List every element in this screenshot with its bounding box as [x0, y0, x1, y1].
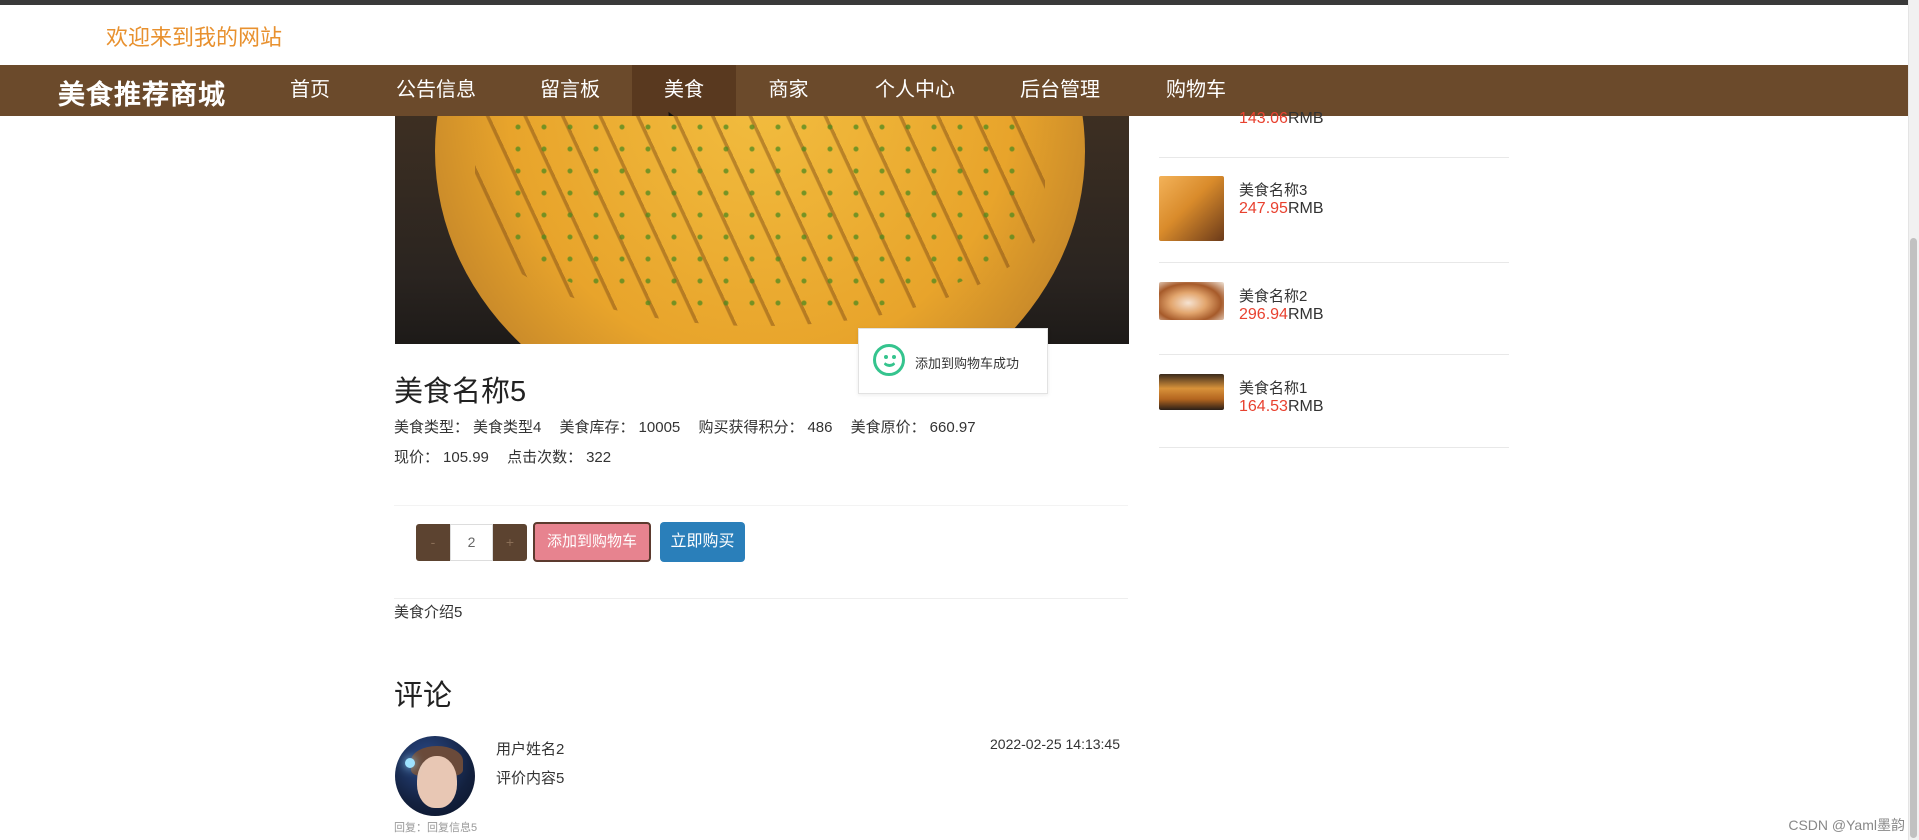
quantity-input[interactable]: 2	[450, 524, 493, 561]
toast-notification: 添加到购物车成功	[858, 328, 1048, 394]
sidebar-product-item[interactable]: 美食名称3 247.95RMB	[1159, 176, 1509, 242]
divider	[394, 505, 1128, 506]
welcome-text: 欢迎来到我的网站	[106, 25, 283, 50]
clicks-label: 点击次数：	[507, 449, 583, 466]
product-meta-line-2: 现价： 105.99 点击次数： 322	[394, 446, 625, 467]
browser-top-strip	[0, 0, 1919, 5]
sidebar-thumb	[1159, 176, 1224, 241]
scrollbar-thumb[interactable]	[1910, 238, 1917, 838]
add-to-cart-button[interactable]: 添加到购物车	[533, 522, 651, 562]
points-value: 486	[807, 419, 833, 436]
sidebar-divider	[1159, 157, 1509, 158]
price-label: 现价：	[394, 449, 440, 466]
orig-price-value: 660.97	[929, 419, 976, 436]
stock-value: 10005	[638, 419, 681, 436]
sidebar-divider	[1159, 447, 1509, 448]
sidebar-price: 296.94RMB	[1239, 306, 1324, 323]
sidebar-product-item[interactable]: 美食名称1 164.53RMB	[1159, 374, 1509, 415]
avatar	[395, 736, 475, 816]
clicks-value: 322	[586, 449, 612, 466]
product-image	[395, 116, 1129, 344]
toast-message: 添加到购物车成功	[915, 356, 1020, 371]
nav-item-admin[interactable]: 后台管理	[1004, 65, 1116, 116]
nav-item-message-board[interactable]: 留言板	[520, 65, 620, 116]
quantity-decrement-button[interactable]: -	[416, 524, 450, 561]
smile-icon	[873, 344, 905, 376]
sidebar-product-name: 美食名称1	[1239, 380, 1308, 397]
product-title: 美食名称5	[394, 376, 527, 408]
nav-item-food[interactable]: 美食	[632, 65, 736, 116]
sidebar-thumb	[1159, 374, 1224, 410]
type-value: 美食类型4	[473, 419, 542, 436]
price-value: 105.99	[443, 449, 489, 466]
stock-label: 美食库存：	[559, 419, 635, 436]
scallion-dots	[505, 116, 1025, 316]
nav-item-merchants[interactable]: 商家	[746, 65, 831, 116]
divider	[394, 598, 1128, 599]
main-navbar: 美食推荐商城 首页 公告信息 留言板 美食 商家 个人中心 后台管理 购物车	[0, 65, 1908, 116]
sidebar-price: 143.06RMB	[1239, 110, 1324, 127]
comment-username: 用户姓名2	[496, 741, 565, 758]
comments-heading: 评论	[394, 680, 453, 712]
orig-price-label: 美食原价：	[850, 419, 926, 436]
sidebar-product-item[interactable]: 143.06RMB	[1159, 108, 1509, 148]
product-meta-line-1: 美食类型： 美食类型4 美食库存： 10005 购买获得积分： 486 美食原价： 66…	[394, 416, 990, 437]
page-scrollbar[interactable]	[1908, 0, 1919, 840]
brand-logo[interactable]: 美食推荐商城	[58, 73, 226, 112]
nav-item-announcements[interactable]: 公告信息	[380, 65, 492, 116]
sidebar-thumb	[1159, 282, 1224, 320]
sidebar-product-name: 美食名称2	[1239, 288, 1308, 305]
sidebar-price: 164.53RMB	[1239, 398, 1324, 415]
sidebar-divider	[1159, 262, 1509, 263]
watermark: CSDN @Yaml墨韵	[1788, 817, 1905, 833]
comment-content: 评价内容5	[496, 770, 565, 787]
nav-item-home[interactable]: 首页	[262, 65, 358, 116]
comment-timestamp: 2022-02-25 14:13:45	[990, 736, 1120, 752]
nav-item-personal-center[interactable]: 个人中心	[860, 65, 970, 116]
type-label: 美食类型：	[394, 419, 470, 436]
sidebar-product-item[interactable]: 美食名称2 296.94RMB	[1159, 282, 1509, 323]
sidebar-divider	[1159, 354, 1509, 355]
points-label: 购买获得积分：	[698, 419, 804, 436]
sidebar-price: 247.95RMB	[1239, 200, 1324, 217]
buy-now-button[interactable]: 立即购买	[660, 522, 745, 562]
sidebar-product-name: 美食名称3	[1239, 182, 1308, 199]
comment-reply: 回复：回复信息5	[394, 822, 478, 834]
product-intro: 美食介绍5	[394, 604, 463, 621]
quantity-increment-button[interactable]: +	[493, 524, 527, 561]
